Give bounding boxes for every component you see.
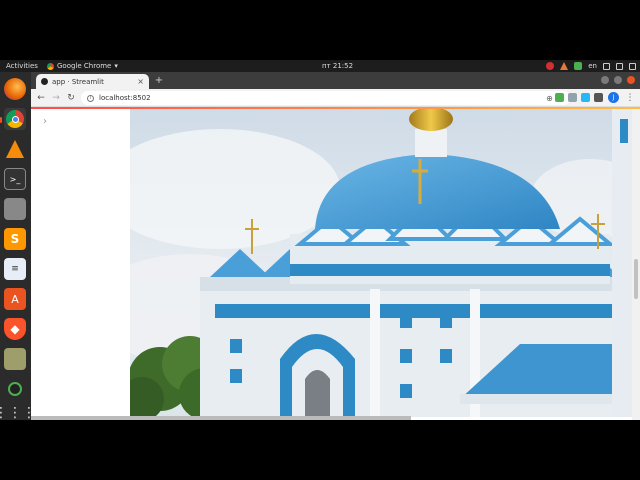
recorder-icon[interactable]: [4, 378, 26, 400]
new-tab-button[interactable]: +: [153, 75, 165, 87]
chrome-icon[interactable]: [4, 108, 26, 130]
software-center-icon[interactable]: A: [4, 288, 26, 310]
update-icon[interactable]: [574, 62, 583, 70]
scrollbar-thumb[interactable]: [634, 259, 638, 299]
minimize-button[interactable]: [601, 76, 609, 84]
brave-icon[interactable]: ◆: [4, 318, 26, 340]
terminal-icon[interactable]: >_: [4, 168, 26, 190]
volume-icon[interactable]: [616, 62, 623, 70]
activities-button[interactable]: Activities: [6, 60, 38, 72]
browser-tab[interactable]: app · Streamlit ×: [36, 74, 149, 89]
maximize-button[interactable]: [614, 76, 622, 84]
extensions-puzzle-icon[interactable]: [594, 93, 603, 102]
chrome-small-icon: [47, 62, 54, 70]
window-controls: [601, 76, 635, 84]
profile-avatar[interactable]: J: [608, 92, 619, 103]
tab-title: app · Streamlit: [52, 77, 104, 86]
horizontal-scrollbar[interactable]: [31, 416, 411, 420]
streamlit-page: ›: [31, 109, 640, 420]
active-app-marker: [0, 117, 2, 123]
address-bar[interactable]: i localhost:8502 ⊕ ☆: [81, 91, 571, 105]
power-icon[interactable]: [629, 62, 636, 70]
chevron-down-icon: ▾: [114, 62, 118, 70]
vlc-tray-icon[interactable]: [560, 62, 569, 70]
browser-toolbar: ← → ↻ i localhost:8502 ⊕ ☆ J ⋮: [31, 89, 640, 107]
system-tray: en: [546, 60, 636, 72]
extension-pen-icon[interactable]: [555, 93, 564, 102]
url-text: localhost:8502: [99, 94, 151, 102]
screen: Activities Google Chrome ▾ пт 21:52 en >…: [0, 60, 640, 420]
clock[interactable]: пт 21:52: [322, 60, 353, 72]
files-icon[interactable]: [4, 198, 26, 220]
sidebar-expand-icon[interactable]: ›: [43, 117, 53, 127]
text-editor-icon[interactable]: ≡: [4, 258, 26, 280]
back-icon[interactable]: ←: [35, 92, 47, 104]
vlc-icon[interactable]: [4, 138, 26, 160]
record-icon[interactable]: [546, 62, 555, 70]
vertical-scrollbar[interactable]: [632, 109, 640, 420]
streamlit-favicon-icon: [41, 78, 48, 85]
close-window-button[interactable]: [627, 76, 635, 84]
launcher-dock: >_ S ≡ A ◆ ⋮⋮⋮: [0, 72, 36, 420]
network-icon[interactable]: [603, 62, 610, 70]
tab-strip: app · Streamlit × +: [31, 72, 640, 89]
tab-close-icon[interactable]: ×: [137, 77, 144, 86]
extension-blue-icon[interactable]: [581, 93, 590, 102]
system-top-bar: Activities Google Chrome ▾ пт 21:52 en: [0, 60, 640, 72]
sublime-text-icon[interactable]: S: [4, 228, 26, 250]
church-illustration: [130, 109, 632, 417]
reload-icon[interactable]: ↻: [65, 92, 77, 104]
language-indicator[interactable]: en: [588, 60, 597, 72]
show-applications-icon[interactable]: ⋮⋮⋮: [0, 402, 36, 420]
app-menu[interactable]: Google Chrome ▾: [47, 60, 118, 72]
app-menu-label: Google Chrome: [57, 62, 112, 70]
church-image: [130, 109, 632, 417]
chrome-menu-icon[interactable]: ⋮: [624, 92, 636, 104]
zoom-icon[interactable]: ⊕: [546, 94, 553, 103]
extension-screen-icon[interactable]: [568, 93, 577, 102]
forward-icon[interactable]: →: [50, 92, 62, 104]
firefox-icon[interactable]: [4, 78, 26, 100]
image-viewer-icon[interactable]: [4, 348, 26, 370]
site-info-icon[interactable]: i: [87, 94, 94, 102]
